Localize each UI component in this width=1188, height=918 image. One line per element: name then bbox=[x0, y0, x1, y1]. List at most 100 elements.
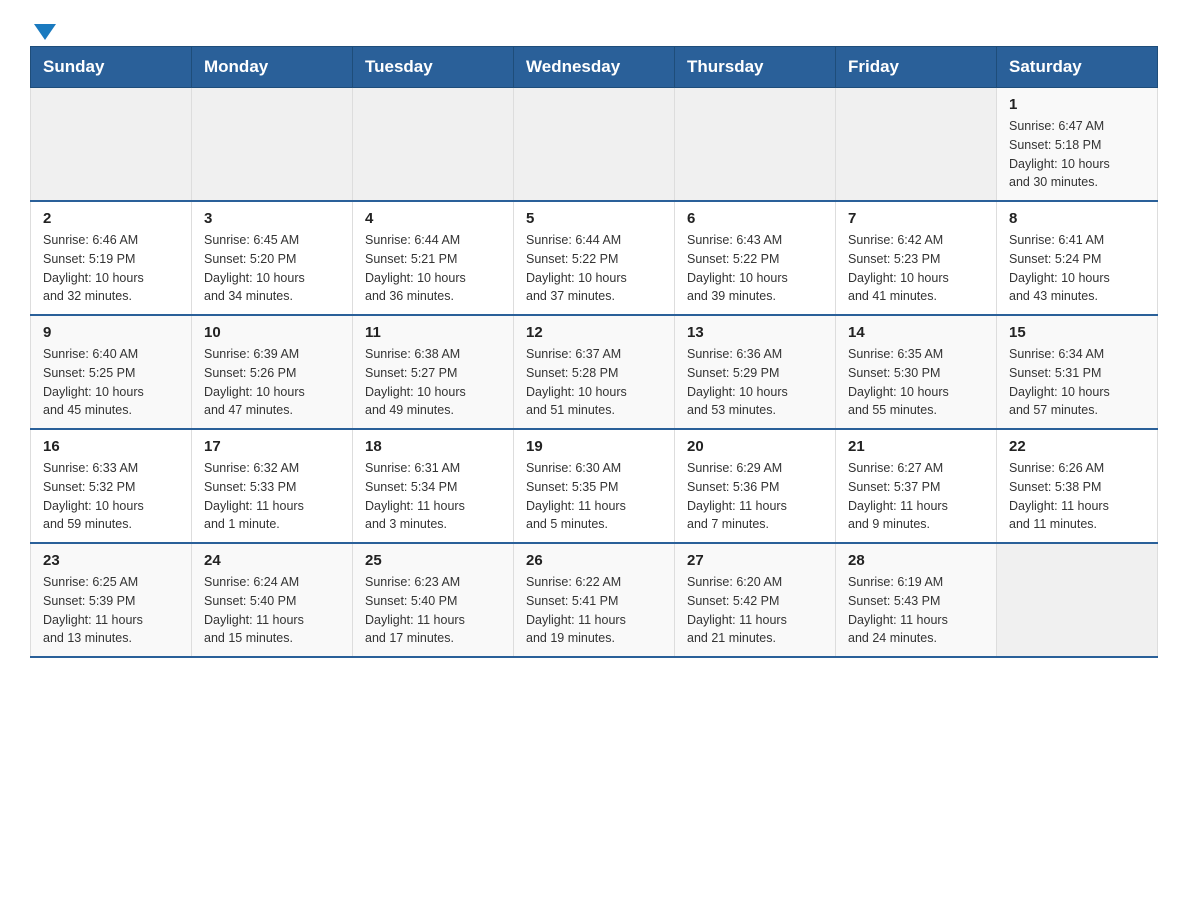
day-info: Sunrise: 6:29 AM Sunset: 5:36 PM Dayligh… bbox=[687, 459, 823, 534]
calendar-cell bbox=[353, 88, 514, 202]
page-header bbox=[30, 20, 1158, 36]
day-info: Sunrise: 6:40 AM Sunset: 5:25 PM Dayligh… bbox=[43, 345, 179, 420]
day-number: 28 bbox=[848, 552, 984, 569]
day-info: Sunrise: 6:32 AM Sunset: 5:33 PM Dayligh… bbox=[204, 459, 340, 534]
calendar-cell: 6 Sunrise: 6:43 AM Sunset: 5:22 PM Daylig… bbox=[675, 201, 836, 315]
calendar-cell: 25 Sunrise: 6:23 AM Sunset: 5:40 PM Dayli… bbox=[353, 543, 514, 657]
calendar-cell bbox=[31, 88, 192, 202]
day-number: 27 bbox=[687, 552, 823, 569]
day-number: 14 bbox=[848, 324, 984, 341]
day-number: 22 bbox=[1009, 438, 1145, 455]
day-number: 10 bbox=[204, 324, 340, 341]
calendar-cell: 7 Sunrise: 6:42 AM Sunset: 5:23 PM Daylig… bbox=[836, 201, 997, 315]
calendar-cell: 4 Sunrise: 6:44 AM Sunset: 5:21 PM Daylig… bbox=[353, 201, 514, 315]
day-info: Sunrise: 6:41 AM Sunset: 5:24 PM Dayligh… bbox=[1009, 231, 1145, 306]
calendar-week-row: 2 Sunrise: 6:46 AM Sunset: 5:19 PM Daylig… bbox=[31, 201, 1158, 315]
day-number: 16 bbox=[43, 438, 179, 455]
day-number: 26 bbox=[526, 552, 662, 569]
day-info: Sunrise: 6:26 AM Sunset: 5:38 PM Dayligh… bbox=[1009, 459, 1145, 534]
day-info: Sunrise: 6:27 AM Sunset: 5:37 PM Dayligh… bbox=[848, 459, 984, 534]
calendar-cell bbox=[836, 88, 997, 202]
calendar-cell: 9 Sunrise: 6:40 AM Sunset: 5:25 PM Daylig… bbox=[31, 315, 192, 429]
weekday-header-monday: Monday bbox=[192, 47, 353, 88]
day-info: Sunrise: 6:35 AM Sunset: 5:30 PM Dayligh… bbox=[848, 345, 984, 420]
calendar-body: 1 Sunrise: 6:47 AM Sunset: 5:18 PM Daylig… bbox=[31, 88, 1158, 658]
day-number: 19 bbox=[526, 438, 662, 455]
day-info: Sunrise: 6:44 AM Sunset: 5:21 PM Dayligh… bbox=[365, 231, 501, 306]
day-info: Sunrise: 6:24 AM Sunset: 5:40 PM Dayligh… bbox=[204, 573, 340, 648]
day-info: Sunrise: 6:39 AM Sunset: 5:26 PM Dayligh… bbox=[204, 345, 340, 420]
weekday-header-wednesday: Wednesday bbox=[514, 47, 675, 88]
day-number: 3 bbox=[204, 210, 340, 227]
calendar-cell bbox=[675, 88, 836, 202]
day-number: 20 bbox=[687, 438, 823, 455]
day-number: 4 bbox=[365, 210, 501, 227]
weekday-header-tuesday: Tuesday bbox=[353, 47, 514, 88]
day-number: 11 bbox=[365, 324, 501, 341]
calendar-cell: 5 Sunrise: 6:44 AM Sunset: 5:22 PM Daylig… bbox=[514, 201, 675, 315]
day-info: Sunrise: 6:36 AM Sunset: 5:29 PM Dayligh… bbox=[687, 345, 823, 420]
day-number: 13 bbox=[687, 324, 823, 341]
day-number: 2 bbox=[43, 210, 179, 227]
day-number: 12 bbox=[526, 324, 662, 341]
calendar-cell: 18Sunrise: 6:31 AM Sunset: 5:34 PM Dayli… bbox=[353, 429, 514, 543]
day-info: Sunrise: 6:43 AM Sunset: 5:22 PM Dayligh… bbox=[687, 231, 823, 306]
day-info: Sunrise: 6:38 AM Sunset: 5:27 PM Dayligh… bbox=[365, 345, 501, 420]
calendar-cell: 1 Sunrise: 6:47 AM Sunset: 5:18 PM Daylig… bbox=[997, 88, 1158, 202]
calendar-cell: 13 Sunrise: 6:36 AM Sunset: 5:29 PM Dayli… bbox=[675, 315, 836, 429]
calendar-week-row: 9 Sunrise: 6:40 AM Sunset: 5:25 PM Daylig… bbox=[31, 315, 1158, 429]
logo-triangle-icon bbox=[34, 24, 56, 40]
weekday-header-saturday: Saturday bbox=[997, 47, 1158, 88]
calendar-cell bbox=[514, 88, 675, 202]
day-number: 23 bbox=[43, 552, 179, 569]
day-info: Sunrise: 6:30 AM Sunset: 5:35 PM Dayligh… bbox=[526, 459, 662, 534]
day-number: 25 bbox=[365, 552, 501, 569]
logo bbox=[30, 20, 56, 36]
day-info: Sunrise: 6:19 AM Sunset: 5:43 PM Dayligh… bbox=[848, 573, 984, 648]
day-info: Sunrise: 6:37 AM Sunset: 5:28 PM Dayligh… bbox=[526, 345, 662, 420]
calendar-cell: 14 Sunrise: 6:35 AM Sunset: 5:30 PM Dayli… bbox=[836, 315, 997, 429]
day-number: 17 bbox=[204, 438, 340, 455]
day-info: Sunrise: 6:33 AM Sunset: 5:32 PM Dayligh… bbox=[43, 459, 179, 534]
day-info: Sunrise: 6:34 AM Sunset: 5:31 PM Dayligh… bbox=[1009, 345, 1145, 420]
day-info: Sunrise: 6:47 AM Sunset: 5:18 PM Dayligh… bbox=[1009, 117, 1145, 192]
day-info: Sunrise: 6:42 AM Sunset: 5:23 PM Dayligh… bbox=[848, 231, 984, 306]
day-number: 1 bbox=[1009, 96, 1145, 113]
calendar-cell: 27 Sunrise: 6:20 AM Sunset: 5:42 PM Dayli… bbox=[675, 543, 836, 657]
calendar-cell: 21Sunrise: 6:27 AM Sunset: 5:37 PM Dayli… bbox=[836, 429, 997, 543]
weekday-header-sunday: Sunday bbox=[31, 47, 192, 88]
day-number: 24 bbox=[204, 552, 340, 569]
calendar-cell: 22 Sunrise: 6:26 AM Sunset: 5:38 PM Dayli… bbox=[997, 429, 1158, 543]
calendar-cell: 3Sunrise: 6:45 AM Sunset: 5:20 PM Daylig… bbox=[192, 201, 353, 315]
calendar-cell bbox=[997, 543, 1158, 657]
day-info: Sunrise: 6:22 AM Sunset: 5:41 PM Dayligh… bbox=[526, 573, 662, 648]
day-info: Sunrise: 6:20 AM Sunset: 5:42 PM Dayligh… bbox=[687, 573, 823, 648]
calendar-cell: 24 Sunrise: 6:24 AM Sunset: 5:40 PM Dayli… bbox=[192, 543, 353, 657]
calendar-cell bbox=[192, 88, 353, 202]
day-info: Sunrise: 6:25 AM Sunset: 5:39 PM Dayligh… bbox=[43, 573, 179, 648]
calendar-cell: 8 Sunrise: 6:41 AM Sunset: 5:24 PM Daylig… bbox=[997, 201, 1158, 315]
calendar-cell: 26 Sunrise: 6:22 AM Sunset: 5:41 PM Dayli… bbox=[514, 543, 675, 657]
day-info: Sunrise: 6:23 AM Sunset: 5:40 PM Dayligh… bbox=[365, 573, 501, 648]
calendar-cell: 16 Sunrise: 6:33 AM Sunset: 5:32 PM Dayli… bbox=[31, 429, 192, 543]
day-number: 5 bbox=[526, 210, 662, 227]
calendar-cell: 17 Sunrise: 6:32 AM Sunset: 5:33 PM Dayli… bbox=[192, 429, 353, 543]
calendar-cell: 2 Sunrise: 6:46 AM Sunset: 5:19 PM Daylig… bbox=[31, 201, 192, 315]
day-number: 15 bbox=[1009, 324, 1145, 341]
calendar-cell: 15 Sunrise: 6:34 AM Sunset: 5:31 PM Dayli… bbox=[997, 315, 1158, 429]
day-number: 6 bbox=[687, 210, 823, 227]
weekday-row: SundayMondayTuesdayWednesdayThursdayFrid… bbox=[31, 47, 1158, 88]
calendar-week-row: 1 Sunrise: 6:47 AM Sunset: 5:18 PM Daylig… bbox=[31, 88, 1158, 202]
day-number: 8 bbox=[1009, 210, 1145, 227]
day-info: Sunrise: 6:46 AM Sunset: 5:19 PM Dayligh… bbox=[43, 231, 179, 306]
day-number: 9 bbox=[43, 324, 179, 341]
calendar-cell: 20 Sunrise: 6:29 AM Sunset: 5:36 PM Dayli… bbox=[675, 429, 836, 543]
day-number: 7 bbox=[848, 210, 984, 227]
weekday-header-friday: Friday bbox=[836, 47, 997, 88]
calendar-week-row: 16 Sunrise: 6:33 AM Sunset: 5:32 PM Dayli… bbox=[31, 429, 1158, 543]
calendar-header: SundayMondayTuesdayWednesdayThursdayFrid… bbox=[31, 47, 1158, 88]
calendar-week-row: 23 Sunrise: 6:25 AM Sunset: 5:39 PM Dayli… bbox=[31, 543, 1158, 657]
day-info: Sunrise: 6:31 AM Sunset: 5:34 PM Dayligh… bbox=[365, 459, 501, 534]
calendar-cell: 23 Sunrise: 6:25 AM Sunset: 5:39 PM Dayli… bbox=[31, 543, 192, 657]
day-info: Sunrise: 6:44 AM Sunset: 5:22 PM Dayligh… bbox=[526, 231, 662, 306]
